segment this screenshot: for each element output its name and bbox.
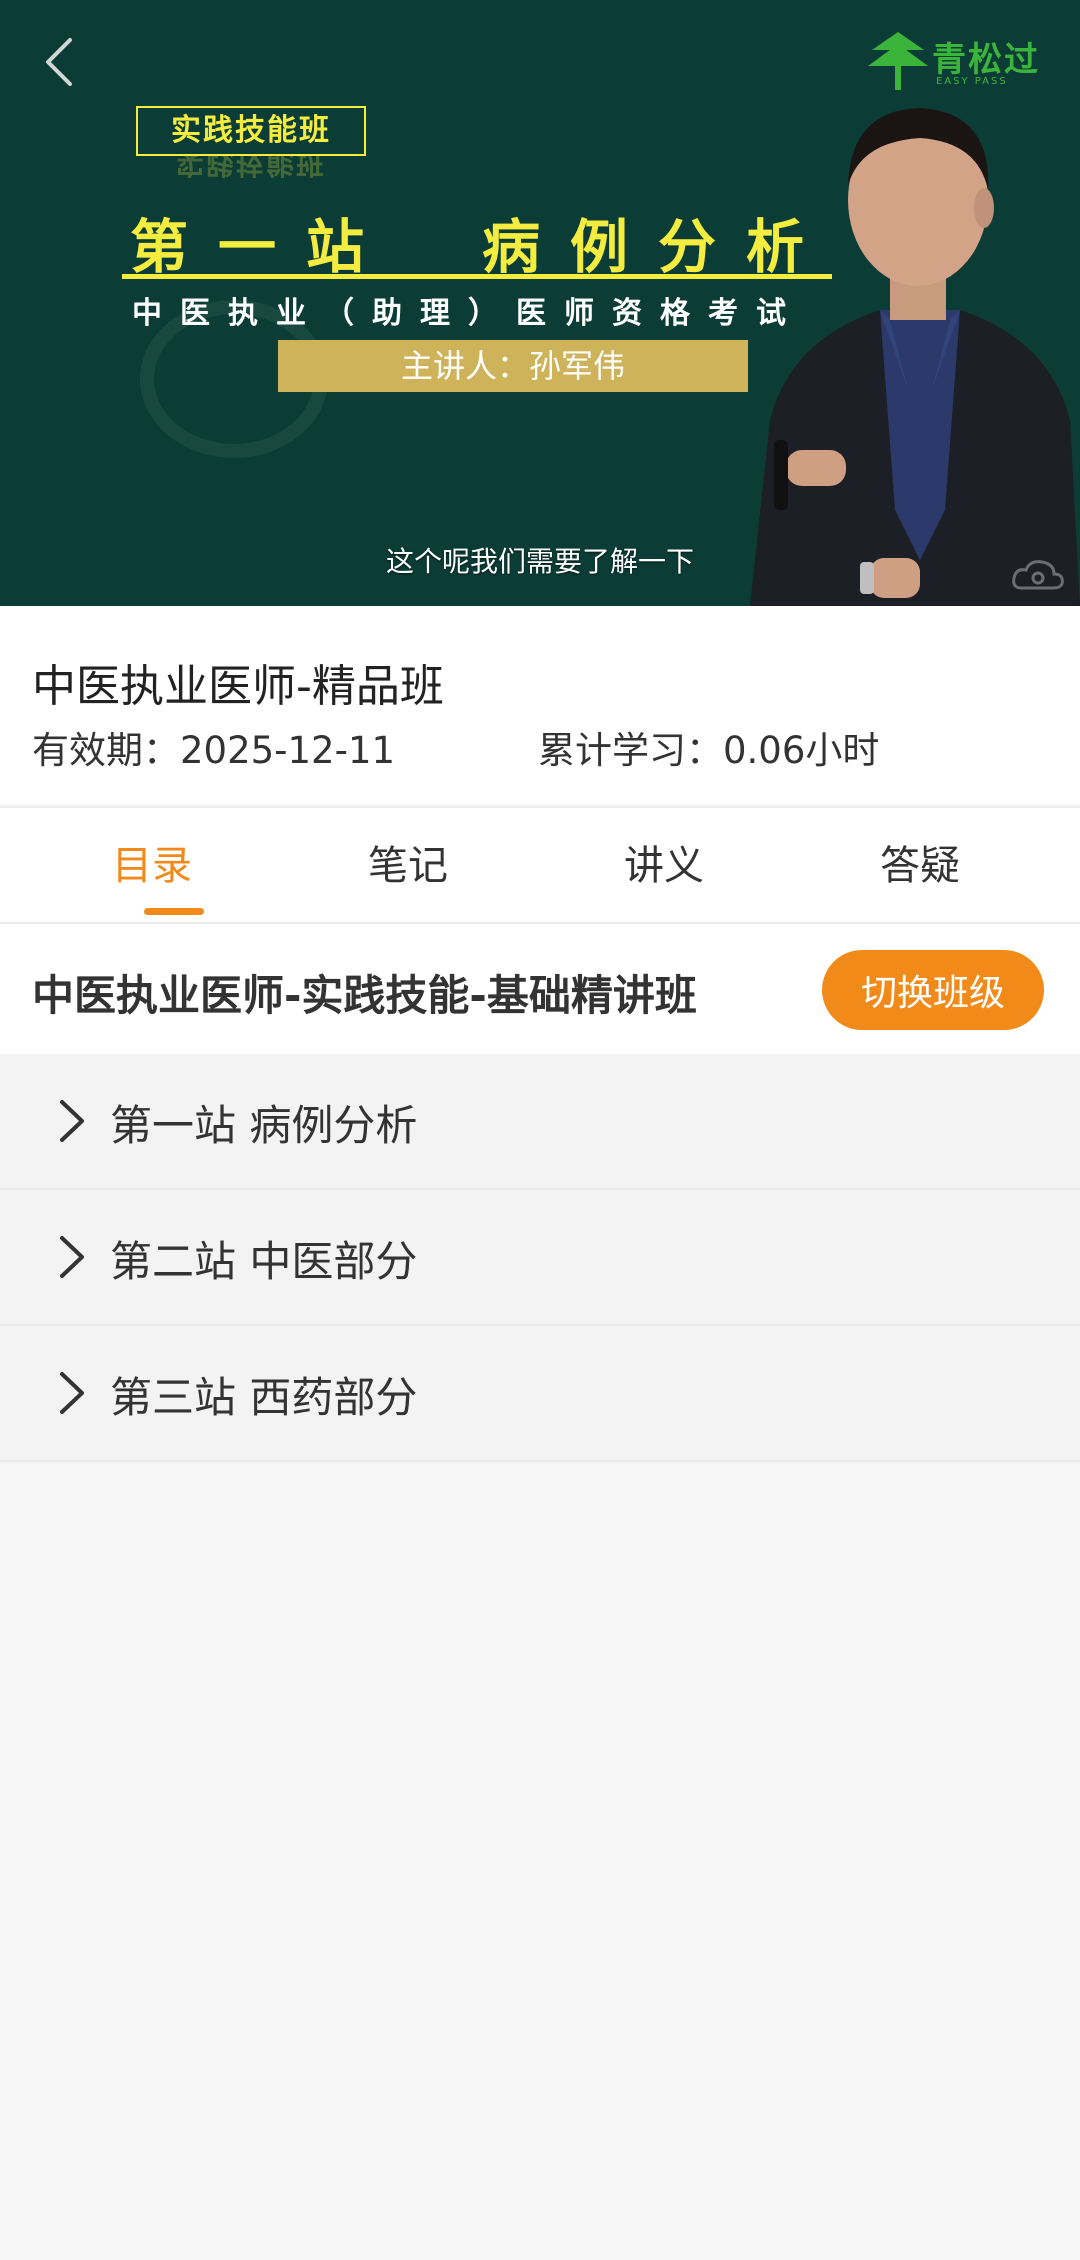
chapter-item[interactable]: 第二站 中医部分	[0, 1190, 1080, 1326]
chapter-label: 第一站 病例分析	[110, 1101, 418, 1150]
class-name: 中医执业医师-实践技能-基础精讲班	[32, 971, 697, 1020]
tab-notes-label: 笔记	[368, 843, 448, 889]
chapter-list: 第一站 病例分析 第二站 中医部分 第三站 西药部分	[0, 1054, 1080, 1462]
course-title: 中医执业医师-精品班	[32, 661, 444, 712]
validity-date: 有效期：2025-12-11	[32, 729, 396, 772]
tab-catalog[interactable]: 目录	[24, 808, 280, 924]
station-title: 第一站 病例分析	[130, 213, 835, 281]
chevron-right-icon	[60, 1236, 84, 1278]
tab-notes[interactable]: 笔记	[280, 808, 536, 924]
tab-catalog-label: 目录	[112, 843, 192, 889]
tab-handouts[interactable]: 讲义	[536, 808, 792, 924]
logo-subtext: EASY PASS	[936, 76, 1008, 87]
study-time: 累计学习：0.06小时	[538, 729, 880, 772]
video-player[interactable]: 青松过 EASY PASS 实践技能班 实践技能班 第一站 病例分析 中医执业（…	[0, 0, 1080, 606]
app-root: 青松过 EASY PASS 实践技能班 实践技能班 第一站 病例分析 中医执业（…	[0, 0, 1080, 2260]
exam-subtitle: 中医执业（助理）医师资格考试	[132, 296, 804, 331]
chapter-label: 第二站 中医部分	[110, 1237, 418, 1286]
chapter-item[interactable]: 第一站 病例分析	[0, 1054, 1080, 1190]
tab-qa[interactable]: 答疑	[792, 808, 1048, 924]
class-header: 中医执业医师-实践技能-基础精讲班 切换班级	[0, 924, 1080, 1054]
class-tag-reflection: 实践技能班	[175, 156, 326, 178]
video-caption: 这个呢我们需要了解一下	[385, 545, 694, 578]
lecturer-label: 主讲人：孙军伟	[278, 340, 748, 392]
cloud-watermark-icon	[1012, 560, 1064, 590]
brand-logo: 青松过 EASY PASS	[866, 30, 1056, 92]
chapter-label: 第三站 西药部分	[110, 1373, 418, 1422]
course-info: 中医执业医师-精品班 有效期：2025-12-11 累计学习：0.06小时	[0, 606, 1080, 804]
tab-handouts-label: 讲义	[624, 843, 704, 889]
chapter-item[interactable]: 第三站 西药部分	[0, 1326, 1080, 1462]
title-underline	[122, 274, 832, 279]
switch-class-button[interactable]: 切换班级	[822, 950, 1044, 1030]
logo-text: 青松过	[932, 40, 1040, 80]
chevron-right-icon	[60, 1100, 84, 1142]
pine-tree-icon	[868, 32, 928, 90]
tab-qa-label: 答疑	[880, 843, 960, 889]
chevron-right-icon	[60, 1372, 84, 1414]
active-tab-indicator	[144, 908, 204, 915]
presenter-image	[750, 108, 1080, 606]
back-arrow-icon[interactable]	[36, 32, 88, 92]
class-tag: 实践技能班	[136, 106, 366, 156]
tab-bar: 目录 笔记 讲义 答疑	[0, 806, 1080, 924]
